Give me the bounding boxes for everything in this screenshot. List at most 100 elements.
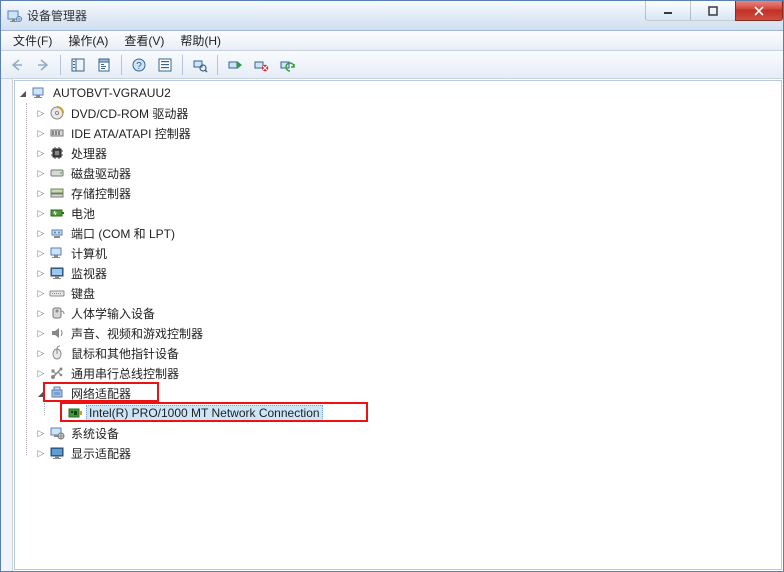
expand-toggle[interactable]	[35, 227, 47, 239]
tree-item-label: 计算机	[68, 244, 110, 263]
menu-action[interactable]: 操作(A)	[60, 30, 116, 51]
expand-toggle[interactable]	[35, 107, 47, 119]
app-icon	[7, 8, 23, 24]
tree-item[interactable]: 人体学输入设备	[35, 303, 781, 323]
expand-toggle[interactable]	[35, 267, 47, 279]
tree-item-label: 键盘	[68, 284, 98, 303]
expand-toggle[interactable]	[35, 167, 47, 179]
ide-icon	[49, 125, 65, 141]
menu-help[interactable]: 帮助(H)	[172, 30, 229, 51]
tree-item[interactable]: DVD/CD-ROM 驱动器	[35, 103, 781, 123]
tree-item[interactable]: 声音、视频和游戏控制器	[35, 323, 781, 343]
tree-item-label: 网络适配器	[68, 384, 134, 403]
toolbar-separator	[60, 55, 61, 75]
tree-item-label: 处理器	[68, 144, 110, 163]
tree-item-label: 通用串行总线控制器	[68, 364, 182, 383]
toolbar: ?	[1, 51, 783, 79]
tree-item-label: 鼠标和其他指针设备	[68, 344, 182, 363]
tree-item-label: 声音、视频和游戏控制器	[68, 324, 206, 343]
minimize-button[interactable]	[645, 1, 691, 21]
expand-toggle[interactable]	[35, 147, 47, 159]
tree-item[interactable]: 显示适配器	[35, 443, 781, 463]
menu-file[interactable]: 文件(F)	[5, 30, 60, 51]
tree-item-label: Intel(R) PRO/1000 MT Network Connection	[86, 405, 323, 421]
close-button[interactable]	[735, 1, 783, 21]
battery-icon	[49, 205, 65, 221]
computer-icon	[31, 85, 47, 101]
expand-toggle[interactable]	[35, 447, 47, 459]
properties-button[interactable]	[92, 53, 116, 77]
tree-root-label: AUTOBVT-VGRAUU2	[50, 85, 174, 101]
svg-text:?: ?	[136, 61, 142, 72]
expand-toggle[interactable]	[35, 127, 47, 139]
title-bar: 设备管理器	[1, 1, 783, 31]
system-icon	[49, 425, 65, 441]
monitor-icon	[49, 265, 65, 281]
help-button[interactable]: ?	[127, 53, 151, 77]
tree-item-label: 监视器	[68, 264, 110, 283]
forward-button[interactable]	[31, 53, 55, 77]
expand-toggle[interactable]	[53, 407, 65, 419]
tree-item-nic[interactable]: Intel(R) PRO/1000 MT Network Connection	[53, 403, 781, 423]
tree-item[interactable]: 鼠标和其他指针设备	[35, 343, 781, 363]
usb-icon	[49, 365, 65, 381]
update-driver-button[interactable]	[275, 53, 299, 77]
show-hide-tree-button[interactable]	[66, 53, 90, 77]
tree-root[interactable]: AUTOBVT-VGRAUU2	[17, 83, 781, 103]
tree-item[interactable]: 通用串行总线控制器	[35, 363, 781, 383]
computer-icon	[49, 245, 65, 261]
disc-icon	[49, 105, 65, 121]
expand-toggle[interactable]	[35, 287, 47, 299]
uninstall-button[interactable]	[249, 53, 273, 77]
device-tree: AUTOBVT-VGRAUU2 DVD/CD-ROM 驱动器IDE ATA/AT…	[15, 81, 781, 467]
back-button[interactable]	[5, 53, 29, 77]
menu-bar: 文件(F) 操作(A) 查看(V) 帮助(H)	[1, 31, 783, 51]
toolbar-separator	[217, 55, 218, 75]
scan-hardware-button[interactable]	[188, 53, 212, 77]
expand-toggle[interactable]	[17, 87, 29, 99]
content-area: AUTOBVT-VGRAUU2 DVD/CD-ROM 驱动器IDE ATA/AT…	[1, 79, 783, 571]
network-icon	[49, 385, 65, 401]
tree-item[interactable]: 存储控制器	[35, 183, 781, 203]
tree-item-label: 系统设备	[68, 424, 122, 443]
tree-item[interactable]: 系统设备	[35, 423, 781, 443]
window-controls	[646, 1, 783, 21]
expand-toggle[interactable]	[35, 367, 47, 379]
tree-item-label: 人体学输入设备	[68, 304, 158, 323]
tree-item[interactable]: IDE ATA/ATAPI 控制器	[35, 123, 781, 143]
maximize-button[interactable]	[690, 1, 736, 21]
tree-item[interactable]: 磁盘驱动器	[35, 163, 781, 183]
menu-view[interactable]: 查看(V)	[116, 30, 172, 51]
expand-toggle[interactable]	[35, 387, 47, 399]
cpu-icon	[49, 145, 65, 161]
hid-icon	[49, 305, 65, 321]
tree-item[interactable]: 键盘	[35, 283, 781, 303]
expand-toggle[interactable]	[35, 207, 47, 219]
tree-item[interactable]: 计算机	[35, 243, 781, 263]
expand-toggle[interactable]	[35, 307, 47, 319]
tree-item-label: 显示适配器	[68, 444, 134, 463]
expand-toggle[interactable]	[35, 427, 47, 439]
tree-item-label: 电池	[68, 204, 98, 223]
device-tree-panel[interactable]: AUTOBVT-VGRAUU2 DVD/CD-ROM 驱动器IDE ATA/AT…	[14, 80, 782, 570]
tree-item-label: IDE ATA/ATAPI 控制器	[68, 124, 194, 143]
tree-item[interactable]: 监视器	[35, 263, 781, 283]
window-title: 设备管理器	[27, 7, 646, 24]
display-icon	[49, 445, 65, 461]
enable-button[interactable]	[223, 53, 247, 77]
tree-item-label: 磁盘驱动器	[68, 164, 134, 183]
hdd-icon	[49, 165, 65, 181]
port-icon	[49, 225, 65, 241]
expand-toggle[interactable]	[35, 247, 47, 259]
tree-item[interactable]: 处理器	[35, 143, 781, 163]
tree-item[interactable]: 端口 (COM 和 LPT)	[35, 223, 781, 243]
tree-item-network-adapters[interactable]: 网络适配器	[35, 383, 781, 403]
expand-toggle[interactable]	[35, 347, 47, 359]
keyboard-icon	[49, 285, 65, 301]
expand-toggle[interactable]	[35, 187, 47, 199]
expand-toggle[interactable]	[35, 327, 47, 339]
tree-item[interactable]: 电池	[35, 203, 781, 223]
action-list-button[interactable]	[153, 53, 177, 77]
console-tree-strip	[1, 79, 13, 571]
toolbar-separator	[182, 55, 183, 75]
